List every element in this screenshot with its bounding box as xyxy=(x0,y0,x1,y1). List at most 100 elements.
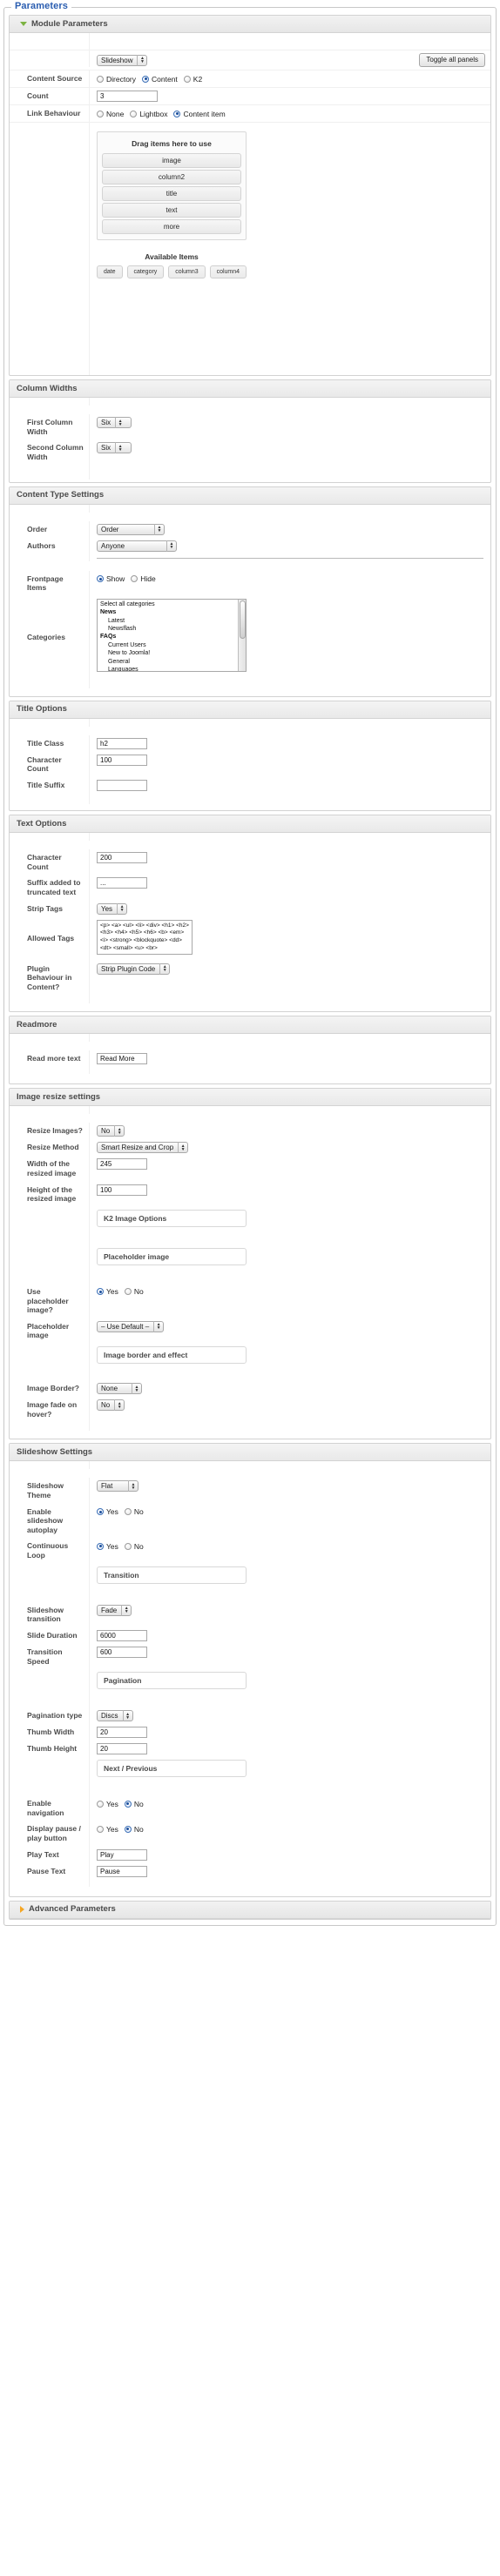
title-suffix-input[interactable] xyxy=(97,780,147,791)
resize-images-select[interactable]: No ▲ ▼ xyxy=(97,1125,125,1137)
thumb-height-input[interactable] xyxy=(97,1743,147,1755)
list-item[interactable]: Languages xyxy=(98,666,246,671)
resize-method-select[interactable]: Smart Resize and Crop ▲ ▼ xyxy=(97,1142,189,1154)
list-item[interactable]: Current Users xyxy=(98,641,246,649)
list-item[interactable]: New to Joomla! xyxy=(98,649,246,657)
row-title-class: Title Class xyxy=(10,735,490,752)
resize-width-input[interactable] xyxy=(97,1158,147,1171)
thumb-width-input[interactable] xyxy=(97,1727,147,1739)
list-item[interactable]: General xyxy=(98,658,246,666)
transition-band: Transition xyxy=(97,1566,247,1584)
radio-hide[interactable]: Hide xyxy=(131,574,156,583)
module-parameters-header[interactable]: Module Parameters xyxy=(10,16,490,33)
link-behaviour-field: None Lightbox Content item xyxy=(90,105,490,122)
border-band-field: Image border and effect xyxy=(90,1344,490,1366)
radio-k2[interactable]: K2 xyxy=(183,75,202,84)
radio-dot-selected-icon xyxy=(124,1825,132,1833)
image-border-select[interactable]: None ▲ ▼ xyxy=(97,1383,142,1394)
radio-content-item[interactable]: Content item xyxy=(173,110,226,118)
resize-height-field xyxy=(90,1182,490,1198)
row-link-behaviour: Link Behaviour None Lightbox Content ite… xyxy=(10,105,490,123)
pause-text-input[interactable] xyxy=(97,1865,147,1877)
layout-select[interactable]: Slideshow ▲ ▼ xyxy=(97,54,148,66)
drag-item-more[interactable]: more xyxy=(102,219,241,234)
drag-item-title[interactable]: title xyxy=(102,186,241,201)
list-item[interactable]: Latest xyxy=(98,617,246,625)
drag-item-image[interactable]: image xyxy=(102,153,241,168)
resize-height-input[interactable] xyxy=(97,1184,147,1196)
list-item[interactable]: News xyxy=(98,608,246,616)
radio-pauseplay-yes[interactable]: Yes xyxy=(97,1825,118,1834)
image-resize-header[interactable]: Image resize settings xyxy=(10,1089,490,1107)
authors-select[interactable]: Anyone ▲ ▼ xyxy=(97,540,177,552)
radio-content[interactable]: Content xyxy=(142,75,178,84)
title-character-count-input[interactable] xyxy=(97,754,147,766)
radio-show[interactable]: Show xyxy=(97,574,125,583)
slide-duration-input[interactable] xyxy=(97,1629,147,1641)
list-item[interactable]: Select all categories xyxy=(98,600,246,608)
row-pagination-type: Pagination type Discs ▲ ▼ xyxy=(10,1707,490,1725)
radio-directory[interactable]: Directory xyxy=(97,75,136,84)
title-options-header[interactable]: Title Options xyxy=(10,701,490,719)
list-item[interactable]: Newsflash xyxy=(98,625,246,633)
allowed-tags-textarea[interactable]: <p> <a> <ul> <li> <div> <h1> <h2> <h3> <… xyxy=(97,919,193,955)
radio-none[interactable]: None xyxy=(97,110,124,118)
transition-speed-label: Transition Speed xyxy=(10,1643,90,1670)
pagination-type-select[interactable]: Discs ▲ ▼ xyxy=(97,1710,133,1722)
count-input[interactable] xyxy=(97,91,158,102)
strip-tags-select[interactable]: Yes ▲ ▼ xyxy=(97,902,128,915)
order-select[interactable]: Order ▲ ▼ xyxy=(97,523,165,535)
plugin-behaviour-select[interactable]: Strip Plugin Code ▲ ▼ xyxy=(97,963,171,975)
slideshow-settings-header[interactable]: Slideshow Settings xyxy=(10,1444,490,1462)
drag-item-text[interactable]: text xyxy=(102,203,241,218)
image-fade-select[interactable]: No ▲ ▼ xyxy=(97,1399,125,1411)
authors-field: Anyone ▲ ▼ xyxy=(90,538,490,554)
available-item-category[interactable]: category xyxy=(126,265,165,278)
readmore-header[interactable]: Readmore xyxy=(10,1016,490,1035)
allowed-tags-field: <p> <a> <ul> <li> <div> <h1> <h2> <h3> <… xyxy=(90,917,490,957)
row-categories: Categories Select all categories News La… xyxy=(10,595,490,680)
radio-nav-no[interactable]: No xyxy=(124,1800,144,1808)
advanced-parameters-header[interactable]: Advanced Parameters xyxy=(10,1901,490,1919)
suffix-truncated-input[interactable] xyxy=(97,877,147,889)
content-type-settings-header[interactable]: Content Type Settings xyxy=(10,486,490,505)
slideshow-transition-field: Fade ▲ ▼ xyxy=(90,1602,490,1619)
list-item[interactable]: FAQs xyxy=(98,633,246,641)
slideshow-theme-select[interactable]: Flat ▲ ▼ xyxy=(97,1480,139,1493)
radio-lightbox[interactable]: Lightbox xyxy=(130,110,167,118)
transition-speed-input[interactable] xyxy=(97,1646,147,1658)
available-item-column3[interactable]: column3 xyxy=(168,265,206,278)
text-options-header[interactable]: Text Options xyxy=(10,815,490,833)
radio-use-placeholder-no[interactable]: No xyxy=(124,1287,144,1296)
drag-item-column2[interactable]: column2 xyxy=(102,170,241,184)
listbox-scrollbar[interactable] xyxy=(238,599,246,671)
radio-dot-selected-icon xyxy=(97,1508,104,1515)
available-item-date[interactable]: date xyxy=(97,265,123,278)
title-options-rows: Title Class Character Count Title Suffix xyxy=(10,718,490,810)
scrollbar-thumb[interactable] xyxy=(240,600,246,639)
pagination-type-field: Discs ▲ ▼ xyxy=(90,1707,490,1724)
first-column-width-select[interactable]: Six ▲ ▼ xyxy=(97,417,132,428)
row-suffix-truncated: Suffix added to truncated text xyxy=(10,875,490,901)
radio-pauseplay-no[interactable]: No xyxy=(124,1825,144,1834)
column-widths-header[interactable]: Column Widths xyxy=(10,380,490,398)
radio-autoplay-yes[interactable]: Yes xyxy=(97,1507,118,1516)
categories-listbox[interactable]: Select all categories News Latest Newsfl… xyxy=(97,598,247,672)
drag-drop-box[interactable]: Drag items here to use image column2 tit… xyxy=(97,131,247,240)
strip-tags-field: Yes ▲ ▼ xyxy=(90,901,490,917)
frontpage-items-label: Frontpage Items xyxy=(10,570,90,596)
radio-nav-yes[interactable]: Yes xyxy=(97,1800,118,1808)
toggle-all-panels-button[interactable]: Toggle all panels xyxy=(419,53,485,67)
slideshow-transition-select[interactable]: Fade ▲ ▼ xyxy=(97,1604,132,1616)
radio-loop-no[interactable]: No xyxy=(124,1542,144,1551)
available-item-column4[interactable]: column4 xyxy=(209,265,247,278)
play-text-input[interactable] xyxy=(97,1848,147,1861)
placeholder-image-select[interactable]: – Use Default – ▲ ▼ xyxy=(97,1320,165,1332)
radio-use-placeholder-yes[interactable]: Yes xyxy=(97,1287,118,1296)
text-character-count-input[interactable] xyxy=(97,852,147,863)
radio-autoplay-no[interactable]: No xyxy=(124,1507,144,1516)
title-class-input[interactable] xyxy=(97,737,147,749)
read-more-text-input[interactable] xyxy=(97,1053,147,1065)
second-column-width-select[interactable]: Six ▲ ▼ xyxy=(97,442,132,454)
radio-loop-yes[interactable]: Yes xyxy=(97,1542,118,1551)
